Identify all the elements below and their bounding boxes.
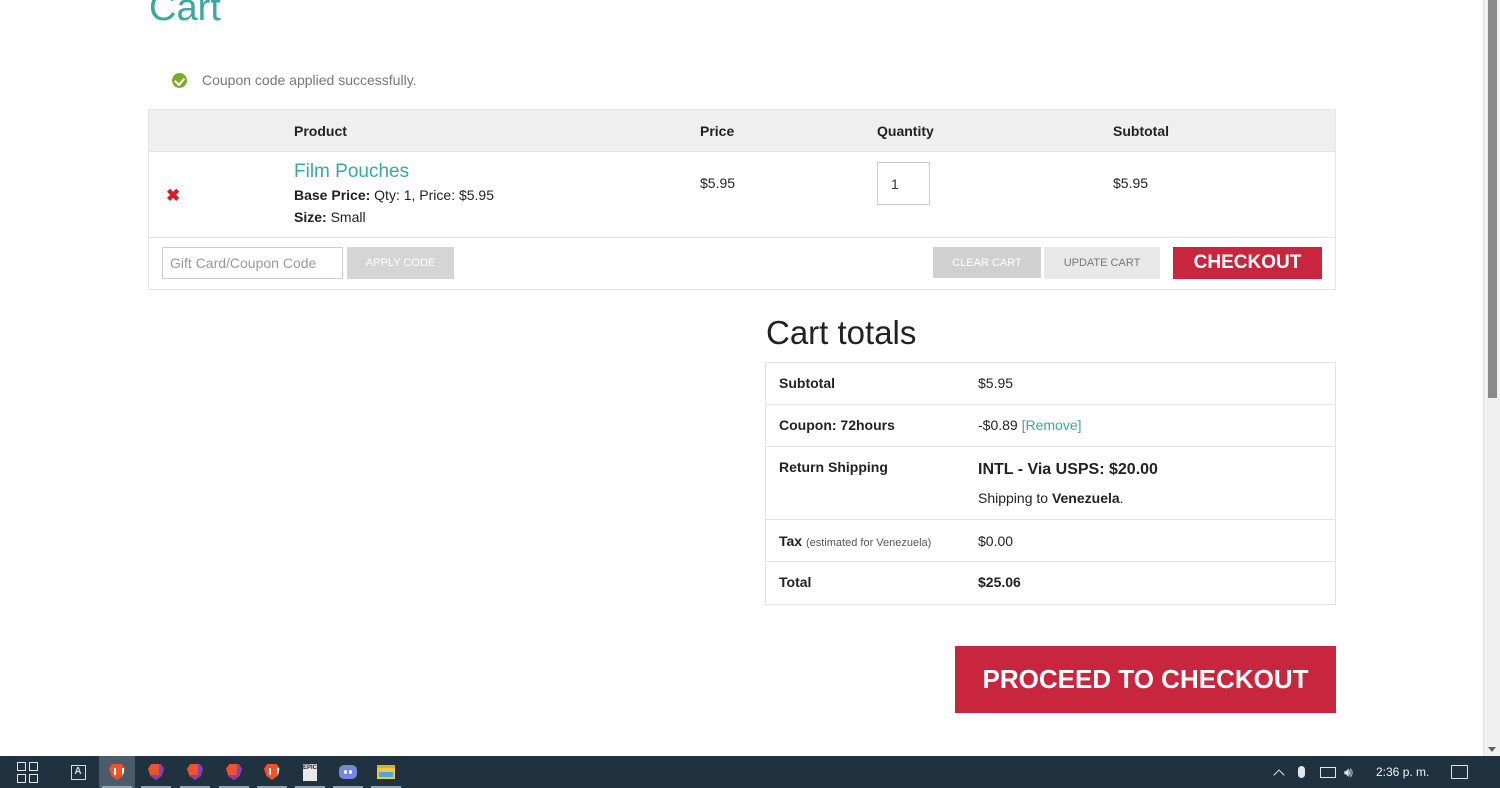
microphone-icon[interactable] <box>1298 756 1305 788</box>
header-quantity: Quantity <box>877 123 934 139</box>
show-hidden-icons-icon[interactable] <box>1272 756 1286 788</box>
totals-label: Return Shipping <box>779 459 888 475</box>
product-name-link[interactable]: Film Pouches <box>294 161 409 183</box>
scrollbar-thumb[interactable] <box>1488 0 1497 398</box>
totals-row-tax: Tax (estimated for Venezuela) $0.00 <box>766 520 1335 562</box>
meta-value: Small <box>326 209 366 225</box>
shipping-method: INTL - Via USPS: $20.00 <box>978 461 1158 478</box>
cart-item-row: ✖ Film Pouches Base Price: Qty: 1, Price… <box>149 152 1335 238</box>
tax-label: Tax <box>779 533 803 549</box>
header-price: Price <box>700 123 735 139</box>
taskbar-brave-2[interactable] <box>254 756 290 788</box>
meta-label: Base Price: <box>294 187 371 203</box>
taskbar-brave-profile-2[interactable] <box>177 756 213 788</box>
brave-profile-icon <box>226 764 242 780</box>
header-product: Product <box>294 123 347 139</box>
totals-row-subtotal: Subtotal $5.95 <box>766 363 1335 405</box>
quantity-input[interactable] <box>877 162 930 205</box>
clock[interactable]: 2:36 p. m. <box>1376 756 1429 788</box>
apply-code-button[interactable]: APPLY CODE <box>347 247 454 279</box>
totals-value: $25.06 <box>978 574 1021 590</box>
totals-row-coupon: Coupon: 72hours -$0.89 [Remove] <box>766 405 1335 447</box>
notice-text: Coupon code applied successfully. <box>202 72 417 88</box>
totals-value: $5.95 <box>978 375 1014 391</box>
totals-label: Total <box>779 574 812 590</box>
success-notice: Coupon code applied successfully. <box>172 70 417 90</box>
tax-note: (estimated for Venezuela) <box>805 537 932 549</box>
shipping-destination: Shipping to Venezuela. <box>978 490 1124 506</box>
totals-row-total: Total $25.06 <box>766 562 1335 604</box>
meta-value: Qty: 1, Price: $5.95 <box>370 187 495 203</box>
volume-icon[interactable]: 🔊︎ <box>1344 756 1353 788</box>
proceed-to-checkout-button[interactable]: PROCEED TO CHECKOUT <box>955 646 1336 713</box>
shipping-country: Venezuela <box>1051 490 1120 506</box>
coupon-code-input[interactable] <box>162 247 343 279</box>
totals-row-shipping: Return Shipping INTL - Via USPS: $20.00 … <box>766 447 1335 520</box>
check-circle-icon <box>172 72 187 88</box>
taskbar-discord[interactable] <box>330 756 366 788</box>
brave-profile-icon <box>148 764 164 780</box>
epic-games-icon: EPIC <box>303 763 317 781</box>
taskbar-epic[interactable]: EPIC <box>292 756 328 788</box>
item-price: $5.95 <box>700 175 736 191</box>
taskbar-brave[interactable] <box>99 756 135 788</box>
cart-totals-table: Subtotal $5.95 Coupon: 72hours -$0.89 [R… <box>765 362 1336 605</box>
totals-value: $0.00 <box>978 533 1014 549</box>
clear-cart-button[interactable]: CLEAR CART <box>933 247 1041 278</box>
taskbar-explorer[interactable] <box>368 756 404 788</box>
totals-value: -$0.89 [Remove] <box>978 417 1082 433</box>
remove-item-icon[interactable]: ✖ <box>166 187 180 204</box>
meta-label: Size: <box>294 209 327 225</box>
totals-label: Subtotal <box>779 375 835 391</box>
notification-center-icon[interactable] <box>1451 756 1468 788</box>
brave-profile-icon <box>187 764 203 780</box>
cart-totals-title: Cart totals <box>766 314 917 351</box>
brave-icon <box>264 764 280 780</box>
remove-coupon-link[interactable]: [Remove] <box>1022 417 1082 433</box>
scroll-down-arrow-icon[interactable] <box>1488 747 1496 752</box>
cart-actions: APPLY CODE CLEAR CART UPDATE CART CHECKO… <box>149 238 1335 289</box>
product-size: Size: Small <box>294 209 366 225</box>
brave-icon <box>109 764 125 780</box>
taskbar: A EPIC 🔊︎ 2:36 p. m. <box>0 756 1500 788</box>
taskbar-brave-profile-1[interactable] <box>138 756 174 788</box>
keyboard-a-icon[interactable]: A <box>60 756 96 788</box>
page-title: Cart <box>149 0 221 29</box>
totals-label: Coupon: 72hours <box>779 417 895 433</box>
product-base-price: Base Price: Qty: 1, Price: $5.95 <box>294 187 494 203</box>
discord-icon <box>339 765 357 779</box>
update-cart-button[interactable]: UPDATE CART <box>1044 247 1160 279</box>
coupon-discount: -$0.89 <box>978 417 1018 433</box>
file-explorer-icon <box>377 765 395 779</box>
shipping-dest-suffix: . <box>1119 490 1124 506</box>
shipping-dest-prefix: Shipping to <box>978 490 1052 506</box>
browser-viewport: Cart Coupon code applied successfully. P… <box>0 0 1483 756</box>
network-icon[interactable] <box>1320 756 1336 788</box>
taskbar-brave-profile-3[interactable] <box>216 756 252 788</box>
cart-table: Product Price Quantity Subtotal ✖ Film P… <box>148 109 1336 290</box>
task-view-icon[interactable] <box>17 762 38 783</box>
vertical-scrollbar[interactable] <box>1483 0 1500 756</box>
totals-label: Tax (estimated for Venezuela) <box>779 533 931 549</box>
header-subtotal: Subtotal <box>1113 123 1169 139</box>
cart-table-header: Product Price Quantity Subtotal <box>149 110 1335 152</box>
item-subtotal: $5.95 <box>1113 175 1149 191</box>
checkout-button[interactable]: CHECKOUT <box>1173 247 1322 279</box>
